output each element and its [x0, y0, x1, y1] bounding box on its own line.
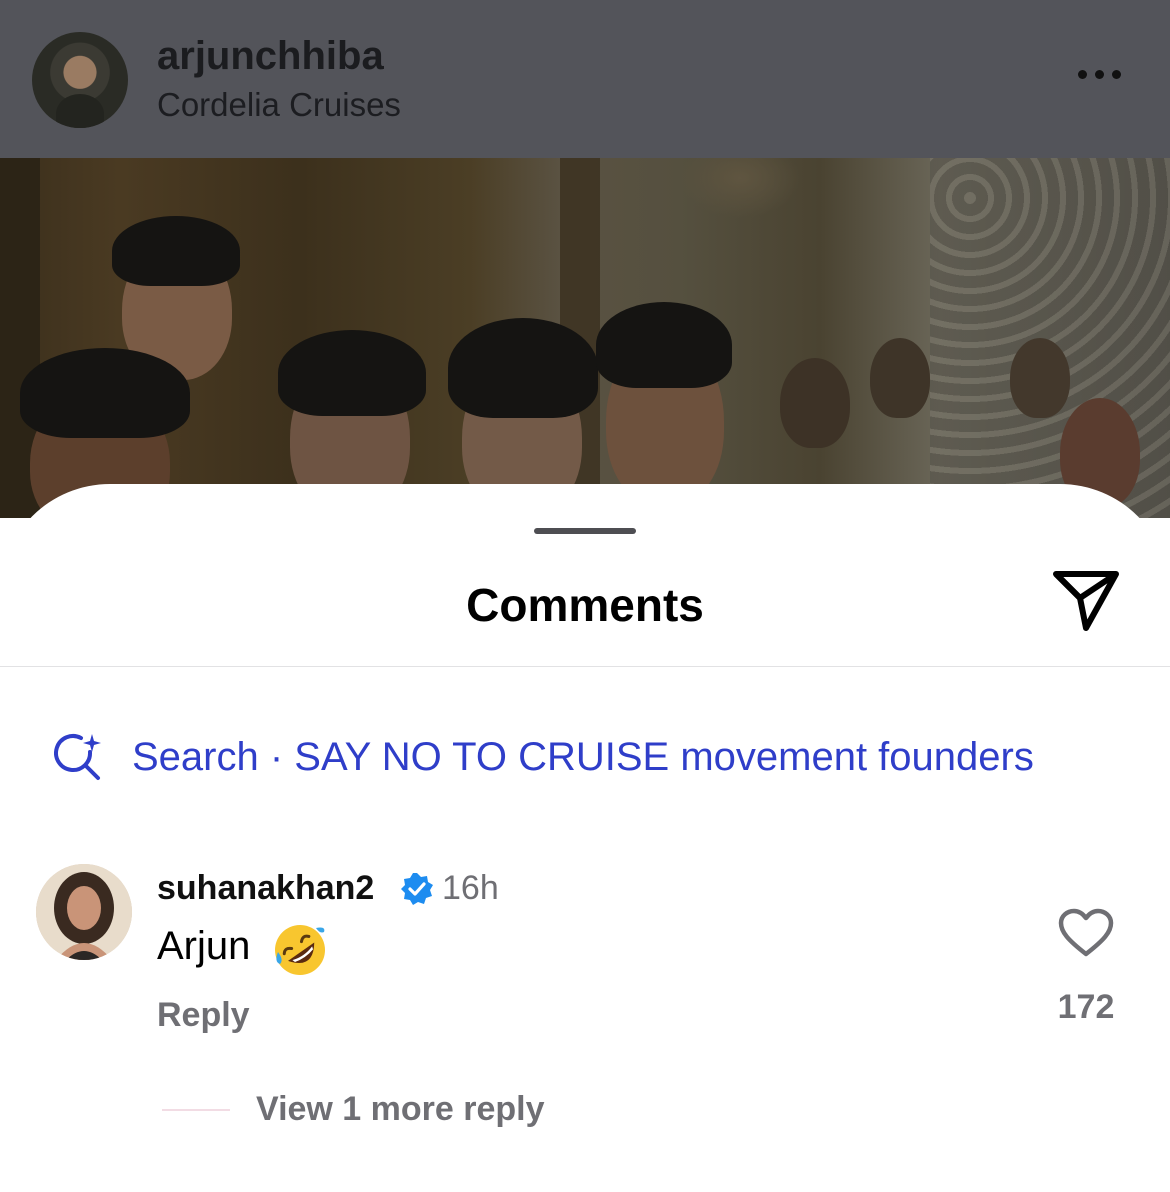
post-header: arjunchhiba Cordelia Cruises	[0, 0, 1170, 158]
view-more-replies-button[interactable]: View 1 more reply	[256, 1090, 545, 1129]
search-suggestion-text: Search · SAY NO TO CRUISE movement found…	[132, 734, 1034, 779]
rolling-laughing-emoji-icon	[272, 922, 328, 978]
like-count: 172	[1057, 988, 1115, 1026]
comments-sheet: Comments Search · SAY NO TO CRUISE movem…	[0, 484, 1170, 1192]
meta-ai-search-suggestion[interactable]: Search · SAY NO TO CRUISE movement found…	[54, 732, 1034, 782]
reply-button[interactable]: Reply	[157, 996, 250, 1035]
replies-connector-line	[162, 1109, 230, 1111]
comments-title: Comments	[466, 579, 704, 631]
commenter-avatar[interactable]	[36, 864, 132, 960]
post-username[interactable]: arjunchhiba	[157, 34, 384, 79]
heart-outline-icon[interactable]	[1058, 908, 1114, 958]
comment-timestamp: 16h	[442, 869, 499, 907]
commenter-username[interactable]: suhanakhan2	[157, 869, 374, 908]
post-photo	[0, 158, 1170, 518]
comment-text: Arjun	[157, 924, 251, 968]
header-divider	[0, 666, 1170, 667]
ai-search-icon	[54, 732, 104, 782]
post-location[interactable]: Cordelia Cruises	[157, 86, 401, 124]
sheet-drag-handle[interactable]	[534, 528, 636, 534]
share-icon[interactable]	[1050, 568, 1122, 634]
verified-badge-icon	[400, 872, 434, 906]
more-options-icon[interactable]	[1078, 70, 1132, 84]
post-author-avatar[interactable]	[32, 32, 128, 128]
